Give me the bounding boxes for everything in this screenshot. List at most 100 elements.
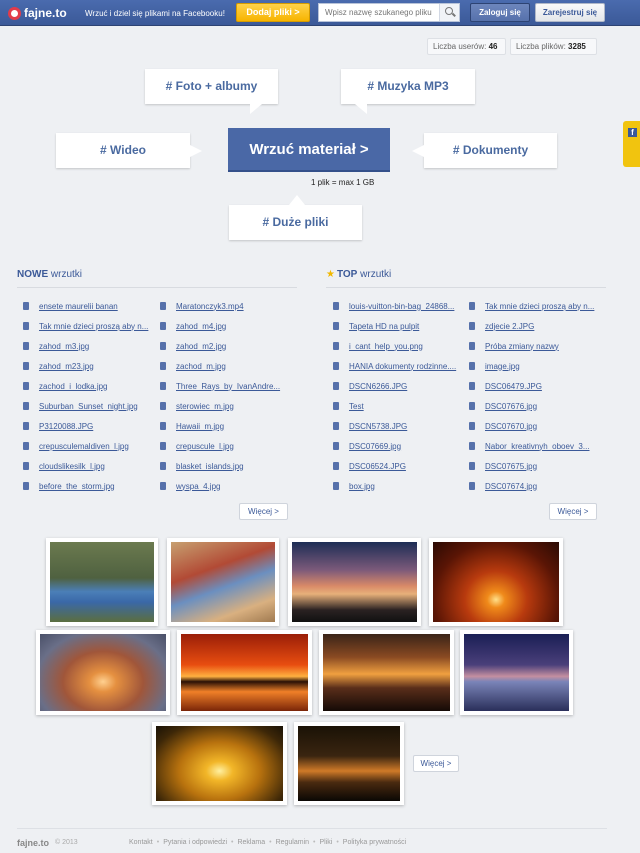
top-more-button[interactable]: Więcej > [549, 503, 597, 520]
file-list-item: image.jpg [469, 356, 599, 376]
file-link[interactable]: Hawaii_m.jpg [176, 422, 224, 431]
file-icon [23, 482, 29, 490]
file-link[interactable]: P3120088.JPG [39, 422, 93, 431]
file-link[interactable]: DSCN6266.JPG [349, 382, 407, 391]
category-photos[interactable]: # Foto + albumy [145, 69, 278, 114]
pier-sunset-photo[interactable] [177, 630, 312, 715]
file-link[interactable]: DSC06479.JPG [485, 382, 542, 391]
file-link[interactable]: image.jpg [485, 362, 520, 371]
file-link[interactable]: Test [349, 402, 364, 411]
bubble-tail [355, 104, 367, 114]
facebook-tab[interactable] [623, 121, 640, 167]
file-link[interactable]: Tak mnie dzieci proszą aby n... [485, 302, 594, 311]
file-list-item: i_cant_help_you.png [333, 336, 463, 356]
file-link[interactable]: zachod_m.jpg [176, 362, 226, 371]
photo-thumbnail [433, 542, 559, 622]
file-link[interactable]: DSC07676.jpg [485, 402, 537, 411]
file-icon [160, 342, 166, 350]
file-link[interactable]: Nabor_kreativnyh_oboev_3... [485, 442, 590, 451]
file-link[interactable]: Próba zmiany nazwy [485, 342, 559, 351]
footer-link[interactable]: Pytania i odpowiedzi [163, 839, 227, 846]
footer-logo[interactable]: fajne.to [17, 838, 49, 848]
footer-link[interactable]: Polityka prywatności [343, 839, 406, 846]
users-count-value: 46 [488, 42, 498, 51]
file-list-item: P3120088.JPG [23, 416, 153, 436]
file-icon [23, 422, 29, 430]
file-link[interactable]: DSC07670.jpg [485, 422, 537, 431]
files-count-value: 3285 [568, 42, 586, 51]
file-link[interactable]: zdjecie 2.JPG [485, 322, 534, 331]
dark-clouds-sunset-photo[interactable] [319, 630, 454, 715]
file-link[interactable]: Maratonczyk3.mp4 [176, 302, 244, 311]
file-list-item: DSC07674.jpg [469, 476, 599, 496]
footer-link[interactable]: Kontakt [129, 839, 153, 846]
file-link[interactable]: DSC07669.jpg [349, 442, 401, 451]
file-link[interactable]: zahod_m4.jpg [176, 322, 226, 331]
search-box [318, 3, 460, 22]
sunset-clouds-photo[interactable] [288, 538, 421, 626]
add-files-button[interactable]: Dodaj pliki > [236, 3, 310, 22]
file-link[interactable]: Tak mnie dzieci proszą aby n... [39, 322, 148, 331]
file-icon [333, 422, 339, 430]
file-link[interactable]: zahod_m23.jpg [39, 362, 94, 371]
file-link[interactable]: louis-vuitton-bin-bag_24868... [349, 302, 454, 311]
file-icon [469, 382, 475, 390]
golden-clouds-photo[interactable] [152, 722, 287, 805]
footer-link[interactable]: Reklama [237, 839, 265, 846]
street-night-photo[interactable] [294, 722, 404, 805]
file-list-item: louis-vuitton-bin-bag_24868... [333, 296, 463, 316]
search-icon[interactable] [439, 4, 459, 21]
file-list-item: Hawaii_m.jpg [160, 416, 290, 436]
file-link[interactable]: DSC07675.jpg [485, 462, 537, 471]
file-icon [160, 322, 166, 330]
file-link[interactable]: crepusculemaldiven_l.jpg [39, 442, 129, 451]
file-link[interactable]: zahod_m3.jpg [39, 342, 89, 351]
copyright: © 2013 [55, 839, 78, 846]
file-link[interactable]: zachod_i_lodka.jpg [39, 382, 108, 391]
footer-links: Kontakt • Pytania i odpowiedzi • Reklama • Reg… [129, 839, 410, 846]
search-input[interactable] [319, 4, 439, 21]
file-link[interactable]: before_the_storm.jpg [39, 482, 115, 491]
star-icon: ★ [326, 269, 335, 280]
file-link[interactable]: Suburban_Sunset_night.jpg [39, 402, 138, 411]
upload-material-button[interactable]: Wrzuć materiał > [228, 128, 390, 172]
file-list-item: sterowiec_m.jpg [160, 396, 290, 416]
file-link[interactable]: crepuscule_l.jpg [176, 442, 234, 451]
file-link[interactable]: sterowiec_m.jpg [176, 402, 234, 411]
category-large-files[interactable]: # Duże pliki [229, 195, 362, 240]
category-documents[interactable]: # Dokumenty [412, 133, 557, 168]
file-list-item: Tak mnie dzieci proszą aby n... [469, 296, 599, 316]
file-icon [333, 462, 339, 470]
file-icon [333, 442, 339, 450]
file-link[interactable]: DSC06524.JPG [349, 462, 406, 471]
file-link[interactable]: DSCN5738.JPG [349, 422, 407, 431]
hazy-sunset-photo[interactable] [36, 630, 170, 715]
file-link[interactable]: DSC07674.jpg [485, 482, 537, 491]
children-playing-photo[interactable] [167, 538, 279, 626]
file-link[interactable]: box.jpg [349, 482, 375, 491]
file-link[interactable]: ensete maurelii banan [39, 302, 118, 311]
file-link[interactable]: Three_Rays_by_IvanAndre... [176, 382, 280, 391]
file-link[interactable]: cloudslikesilk_l.jpg [39, 462, 105, 471]
login-button[interactable]: Zaloguj się [470, 3, 530, 22]
category-music[interactable]: # Muzyka MP3 [341, 69, 475, 114]
garden-statue-photo[interactable] [46, 538, 158, 626]
file-link[interactable]: wyspa_4.jpg [176, 482, 220, 491]
register-button[interactable]: Zarejestruj się [535, 3, 605, 22]
new-more-button[interactable]: Więcej > [239, 503, 288, 520]
category-video[interactable]: # Wideo [56, 133, 202, 168]
footer-link[interactable]: Regulamin [276, 839, 309, 846]
file-list-item: crepuscule_l.jpg [160, 436, 290, 456]
site-logo[interactable]: fajne.to [8, 5, 67, 21]
boat-dusk-photo[interactable] [460, 630, 573, 715]
file-link[interactable]: blasket_islands.jpg [176, 462, 244, 471]
file-list-item: before_the_storm.jpg [23, 476, 153, 496]
file-link[interactable]: zahod_m2.jpg [176, 342, 226, 351]
footer-link[interactable]: Pliki [319, 839, 332, 846]
file-link[interactable]: Tapeta HD na pulpit [349, 322, 419, 331]
file-link[interactable]: HANIA dokumenty rodzinne.... [349, 362, 456, 371]
gallery-more-button[interactable]: Więcej > [413, 755, 459, 772]
file-link[interactable]: i_cant_help_you.png [349, 342, 423, 351]
photo-thumbnail [156, 726, 283, 801]
orange-sunset-photo[interactable] [429, 538, 563, 626]
